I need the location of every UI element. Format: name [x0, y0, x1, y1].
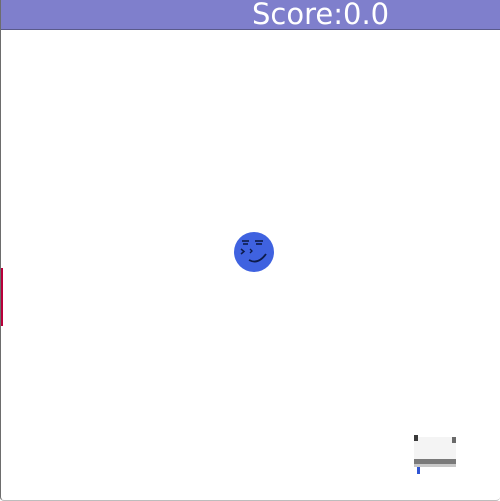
smiling-face-icon — [234, 232, 274, 272]
game-canvas[interactable]: Score:0.0 — [0, 0, 500, 501]
enemy-sprite — [412, 433, 458, 477]
score-bar: Score:0.0 — [1, 0, 500, 31]
left-edge-marker — [1, 268, 3, 326]
score-label: Score:0.0 — [252, 0, 390, 31]
ghost-sprite-icon — [412, 433, 458, 477]
player-character[interactable] — [234, 232, 274, 272]
